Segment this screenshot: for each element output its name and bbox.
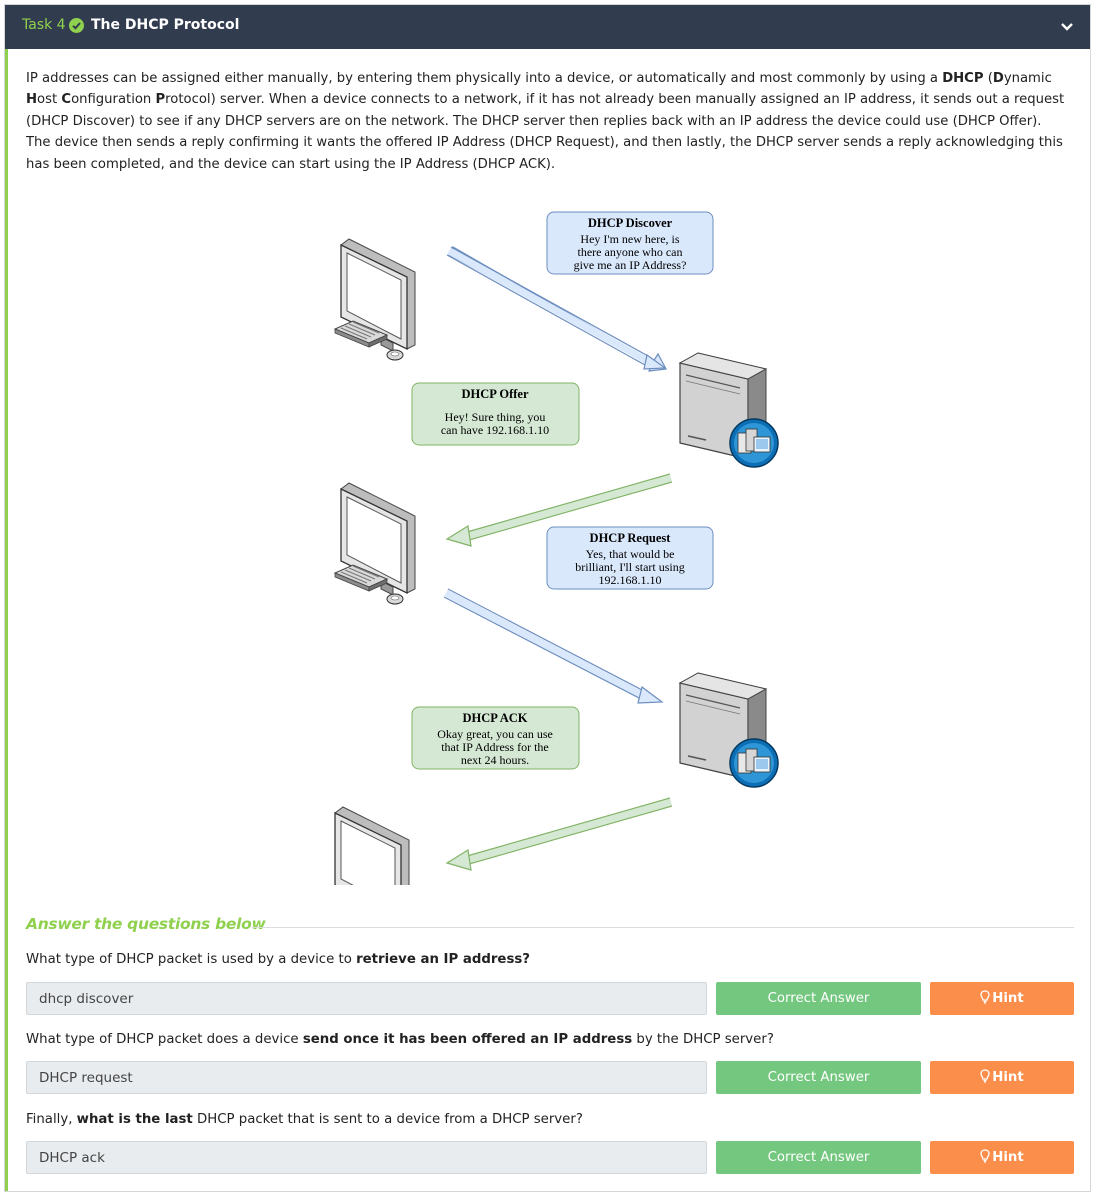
question-text: What type of DHCP packet does a device s… — [26, 1032, 774, 1047]
correct-answer-button[interactable]: Correct Answer — [716, 982, 921, 1015]
request-line: brilliant, I'll start using — [575, 560, 684, 574]
discover-line: give me an IP Address? — [574, 258, 687, 272]
question-text: Finally, what is the last DHCP packet th… — [26, 1112, 583, 1127]
task-number: Task 4 — [22, 17, 66, 33]
correct-answer-button[interactable]: Correct Answer — [716, 1061, 921, 1094]
ack-line: Okay great, you can use — [437, 727, 553, 741]
lightbulb-icon — [980, 1143, 990, 1176]
hint-label: Hint — [992, 1070, 1024, 1085]
dhcp-server-icon — [679, 672, 779, 788]
dhcp-ack-box: DHCP ACK Okay great, you can use that IP… — [411, 706, 580, 770]
answers-heading: Answer the questions below — [26, 915, 266, 933]
divider — [252, 927, 1074, 928]
offer-line: can have 192.168.1.10 — [441, 423, 549, 437]
correct-answer-button[interactable]: Correct Answer — [716, 1141, 921, 1174]
ack-line: that IP Address for the — [441, 740, 549, 754]
answer-field[interactable]: dhcp discover — [26, 982, 707, 1015]
request-arrow — [443, 588, 664, 704]
hint-label: Hint — [992, 1150, 1024, 1165]
check-icon — [69, 18, 84, 33]
offer-line: Hey! Sure thing, you — [445, 410, 546, 424]
offer-title: DHCP Offer — [462, 387, 529, 401]
hint-button[interactable]: Hint — [930, 1061, 1074, 1094]
dhcp-diagram: DHCP Discover Hey I'm new here, is there… — [328, 211, 779, 885]
ack-title: DHCP ACK — [463, 711, 528, 725]
request-line: Yes, that would be — [586, 547, 675, 561]
dhcp-server-icon — [679, 352, 779, 468]
lightbulb-icon — [980, 1063, 990, 1096]
request-line: 192.168.1.10 — [599, 573, 662, 587]
answer-field[interactable]: DHCP request — [26, 1061, 707, 1094]
ack-arrow — [445, 797, 673, 871]
client-computer-icon — [328, 806, 410, 885]
answer-field[interactable]: DHCP ack — [26, 1141, 707, 1174]
task-body: IP addresses can be assigned either manu… — [5, 49, 1090, 1191]
dhcp-request-box: DHCP Request Yes, that would be brillian… — [546, 526, 714, 590]
task-card: Task 4 The DHCP Protocol IP addresses ca… — [4, 4, 1091, 1192]
discover-line: Hey I'm new here, is — [580, 232, 679, 246]
chevron-down-icon[interactable] — [1060, 19, 1074, 33]
ack-line: next 24 hours. — [461, 753, 529, 767]
task-title: The DHCP Protocol — [91, 17, 240, 33]
intro-paragraph: IP addresses can be assigned either manu… — [26, 71, 1065, 172]
hint-button[interactable]: Hint — [930, 1141, 1074, 1174]
task-header[interactable]: Task 4 The DHCP Protocol — [5, 5, 1090, 49]
discover-line: there anyone who can — [578, 245, 683, 259]
question-text: What type of DHCP packet is used by a de… — [26, 952, 530, 967]
dhcp-offer-box: DHCP Offer Hey! Sure thing, you can have… — [411, 382, 580, 446]
client-computer-icon — [334, 482, 416, 605]
request-title: DHCP Request — [590, 531, 672, 545]
hint-button[interactable]: Hint — [930, 982, 1074, 1015]
hint-label: Hint — [992, 991, 1024, 1006]
lightbulb-icon — [980, 984, 990, 1017]
client-computer-icon — [334, 238, 416, 361]
discover-title: DHCP Discover — [588, 216, 673, 230]
dhcp-discover-box: DHCP Discover Hey I'm new here, is there… — [546, 211, 714, 275]
